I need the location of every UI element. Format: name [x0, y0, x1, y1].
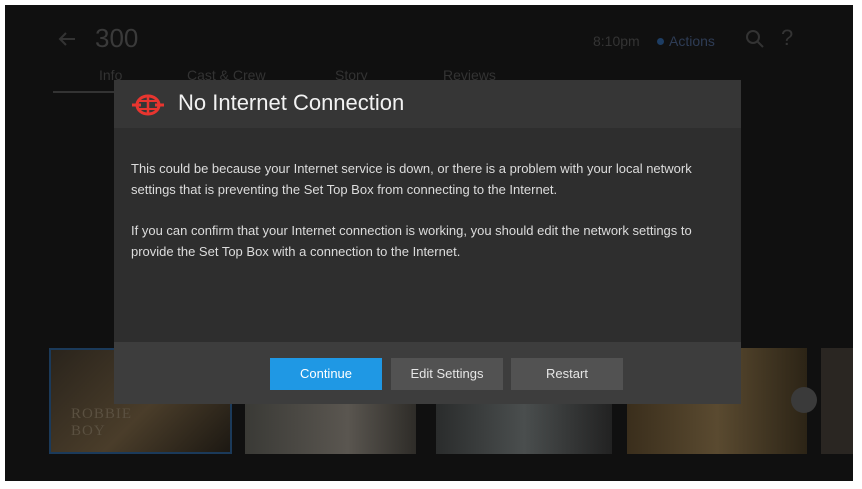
background-clock: 8:10pm — [593, 33, 640, 49]
background-actions: Actions — [669, 33, 715, 49]
disconnected-globe-icon — [132, 94, 164, 116]
dialog-header: No Internet Connection — [114, 80, 741, 128]
scroll-right-arrow-icon — [791, 387, 817, 413]
restart-button[interactable]: Restart — [511, 358, 623, 390]
dialog-footer: Continue Edit Settings Restart — [114, 342, 741, 404]
help-icon: ? — [781, 25, 794, 50]
tv-screen: 300 8:10pm Actions ? Info Cast & Crew St… — [5, 5, 853, 481]
poster-1-title: ROBBIE BOY — [71, 406, 133, 439]
dialog-title: No Internet Connection — [178, 90, 405, 115]
poster-5 — [821, 348, 853, 454]
search-icon — [746, 30, 764, 48]
no-internet-dialog: No Internet Connection This could be bec… — [114, 80, 741, 404]
status-dot-icon — [657, 38, 664, 45]
edit-settings-button[interactable]: Edit Settings — [391, 358, 503, 390]
dialog-message-2: If you can confirm that your Internet co… — [131, 223, 692, 259]
background-title: 300 — [95, 23, 139, 53]
back-arrow-icon — [58, 32, 75, 46]
continue-button[interactable]: Continue — [270, 358, 382, 390]
dialog-message-1: This could be because your Internet serv… — [131, 161, 692, 197]
dialog-body: This could be because your Internet serv… — [131, 158, 721, 282]
